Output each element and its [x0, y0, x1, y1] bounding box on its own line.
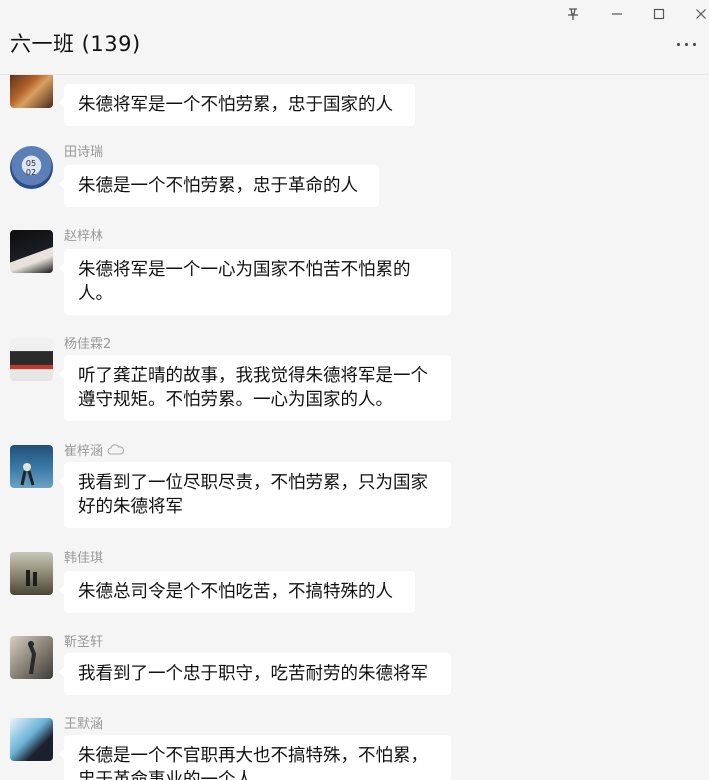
minimize-icon[interactable] [602, 2, 632, 26]
cloud-icon [107, 443, 125, 460]
message-bubble[interactable]: 朱德将军是一个不怕劳累，忠于国家的人 [59, 84, 415, 126]
message-bubble[interactable]: 朱德是一个不怕劳累，忠于革命的人 [59, 165, 379, 207]
sender-name[interactable]: 靳圣轩 [64, 631, 103, 650]
avatar-anime[interactable] [10, 230, 53, 273]
message-bubble[interactable]: 听了龚芷晴的故事，我我觉得朱德将军是一个遵守规矩。不怕劳累。一心为国家的人。 [59, 355, 451, 421]
message-bubble[interactable]: 朱德总司令是个不怕吃苦，不搞特殊的人 [59, 571, 415, 613]
title-bar: 六一班 (139) [0, 0, 709, 75]
avatar-soldier[interactable] [10, 636, 53, 679]
svg-text:02: 02 [26, 168, 36, 177]
message-bubble[interactable]: 朱德是一个不官职再大也不搞特殊，不怕累，忠于革命事业的一个人 [59, 735, 451, 780]
avatar-swordsman[interactable] [10, 718, 53, 761]
chat-title: 六一班 (139) [10, 32, 141, 56]
sender-name[interactable]: 赵梓林 [64, 225, 103, 244]
avatar-warrior[interactable] [10, 75, 53, 108]
sender-name[interactable]: 崔梓涵 [64, 440, 125, 460]
message-bubble[interactable]: 我看到了一个忠于职守，吃苦耐劳的朱德将军 [59, 653, 451, 695]
more-options-icon[interactable] [671, 34, 701, 54]
message-list[interactable]: 朱德将军是一个不怕劳累，忠于国家的人 05 02 田诗瑞 朱德是一个不怕劳累，忠于… [0, 75, 709, 780]
sender-name[interactable]: 王默涵 [64, 713, 103, 732]
avatar-clock[interactable]: 05 02 [10, 146, 53, 189]
avatar-walkers[interactable] [10, 552, 53, 595]
sender-name-text: 崔梓涵 [64, 444, 104, 459]
svg-text:05: 05 [26, 159, 36, 168]
message-bubble[interactable]: 朱德将军是一个一心为国家不怕苦不怕累的人。 [59, 249, 451, 315]
sender-name[interactable]: 田诗瑞 [64, 141, 103, 160]
sender-name[interactable]: 韩佳琪 [64, 547, 103, 566]
pin-icon[interactable] [558, 2, 588, 26]
avatar-car[interactable] [10, 338, 53, 381]
sender-name[interactable]: 杨佳霖2 [64, 333, 111, 352]
avatar-sky[interactable] [10, 445, 53, 488]
maximize-icon[interactable] [644, 2, 674, 26]
message-bubble[interactable]: 我看到了一位尽职尽责，不怕劳累，只为国家好的朱德将军 [59, 462, 451, 528]
close-icon[interactable] [686, 2, 709, 26]
